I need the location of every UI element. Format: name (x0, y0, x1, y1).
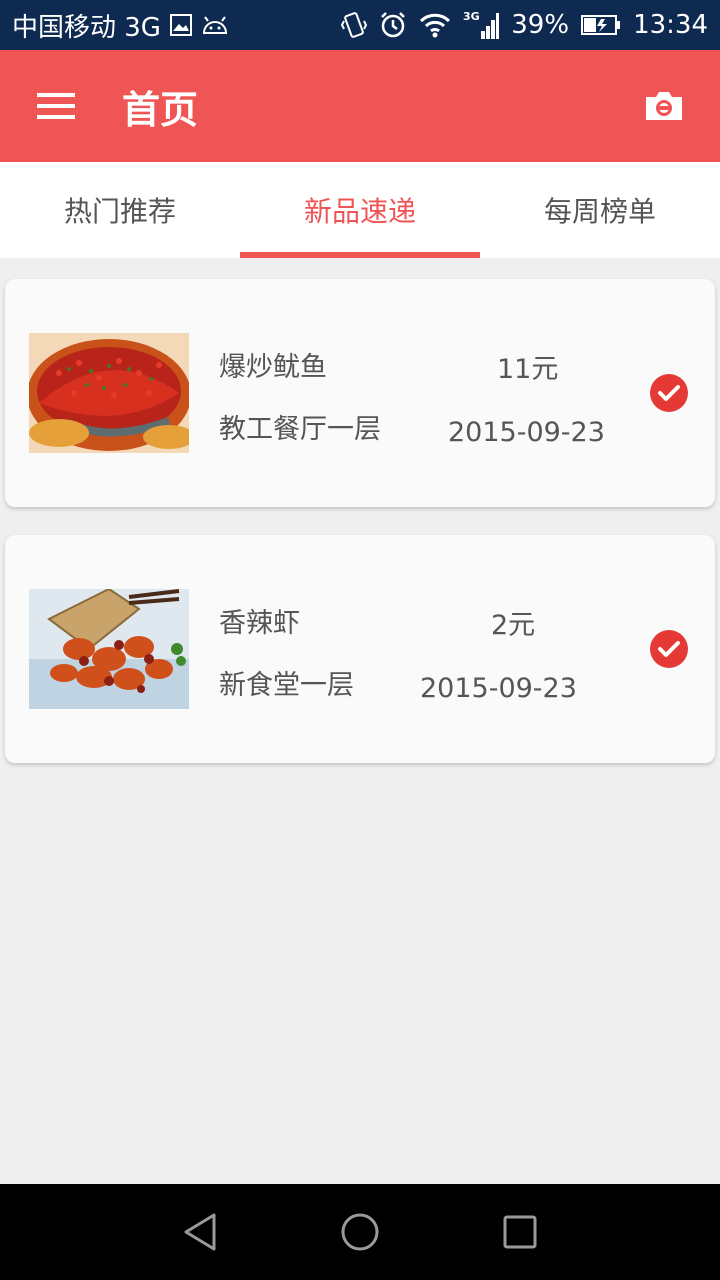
tab-hot[interactable]: 热门推荐 (0, 162, 240, 258)
dish-location: 新食堂一层 (219, 670, 354, 701)
dish-location: 教工餐厅一层 (219, 414, 381, 445)
dish-name: 香辣虾 (219, 608, 300, 639)
dish-image (29, 589, 189, 709)
nav-bar (0, 1184, 720, 1280)
list-item[interactable]: 爆炒鱿鱼 教工餐厅一层 11元 2015-09-23 (5, 279, 715, 507)
vibrate-icon (341, 11, 368, 39)
page-title: 首页 (122, 87, 199, 132)
signal-icon: 3G (463, 9, 500, 41)
camera-button[interactable] (608, 50, 720, 162)
check-icon (650, 374, 688, 412)
menu-icon (37, 93, 75, 119)
camera-icon (646, 92, 682, 120)
home-button[interactable] (280, 1184, 440, 1280)
dish-date: 2015-09-23 (420, 673, 577, 704)
recents-button[interactable] (440, 1184, 600, 1280)
dish-image (29, 333, 189, 453)
tab-weekly[interactable]: 每周榜单 (480, 162, 720, 258)
dish-price: 11元 (497, 354, 559, 385)
check-icon (650, 630, 688, 668)
tab-new[interactable]: 新品速递 (240, 162, 480, 258)
clock: 13:34 (633, 10, 708, 40)
dish-date: 2015-09-23 (448, 417, 605, 448)
check-button[interactable] (650, 630, 688, 668)
check-button[interactable] (650, 374, 688, 412)
battery-icon (581, 13, 621, 37)
svg-text:3G: 3G (463, 10, 480, 23)
app-bar: 首页 (0, 50, 720, 162)
list-item[interactable]: 香辣虾 新食堂一层 2元 2015-09-23 (5, 535, 715, 763)
dish-name: 爆炒鱿鱼 (219, 352, 327, 383)
image-icon (169, 13, 193, 37)
android-icon (201, 15, 229, 35)
menu-button[interactable] (0, 50, 112, 162)
back-icon (184, 1213, 216, 1251)
alarm-icon (379, 11, 407, 39)
status-right: 3G 39% 13:34 (341, 9, 708, 41)
battery-percent: 39% (511, 10, 570, 40)
wifi-icon (419, 12, 451, 38)
carrier-label: 中国移动 3G (12, 12, 161, 43)
dish-price: 2元 (491, 610, 536, 641)
home-icon (341, 1213, 379, 1251)
status-left: 中国移动 3G (12, 7, 229, 44)
status-bar: 中国移动 3G 3G 39% 13:34 (0, 0, 720, 50)
tab-bar: 热门推荐 新品速递 每周榜单 (0, 162, 720, 258)
back-button[interactable] (120, 1184, 280, 1280)
recents-icon (503, 1215, 537, 1249)
